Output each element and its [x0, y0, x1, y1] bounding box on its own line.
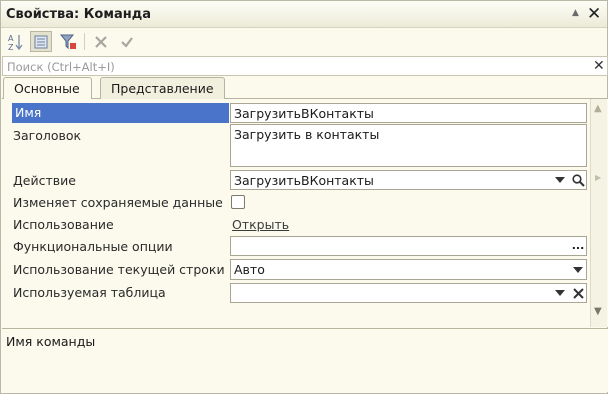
chevron-down-icon[interactable]: [569, 260, 587, 279]
description-panel: Имя команды: [2, 328, 608, 392]
title-field[interactable]: Загрузить в контакты: [230, 124, 587, 167]
close-icon[interactable]: ✕: [587, 4, 601, 24]
svg-text:Z: Z: [8, 43, 14, 51]
usage-open-link[interactable]: Открыть: [232, 217, 289, 232]
scroll-up-icon[interactable]: ▲: [594, 103, 602, 114]
sort-az-icon[interactable]: A Z: [4, 31, 26, 52]
pin-icon[interactable]: ▲: [572, 8, 579, 18]
action-value: ЗагрузитьВКонтакты: [234, 173, 374, 188]
search-field[interactable]: Поиск (Ctrl+Alt+I) ✕: [2, 56, 608, 76]
clear-search-icon[interactable]: ✕: [593, 58, 605, 74]
dropdown-icon[interactable]: [551, 284, 569, 302]
functional-options-label: Функциональные опции: [13, 239, 173, 254]
ellipsis-icon[interactable]: ...: [569, 237, 587, 255]
functional-options-field[interactable]: ...: [230, 236, 587, 256]
apply-icon[interactable]: [116, 31, 138, 52]
clear-icon[interactable]: [569, 284, 587, 302]
scroll-down-icon[interactable]: ▼: [594, 306, 602, 317]
name-field[interactable]: ЗагрузитьВКонтакты: [230, 103, 587, 123]
name-value: ЗагрузитьВКонтакты: [234, 106, 374, 121]
current-row-usage-value: Авто: [234, 262, 265, 277]
properties-panel: Имя ЗагрузитьВКонтакты Заголовок Загрузи…: [2, 99, 608, 327]
categories-icon[interactable]: [30, 31, 52, 52]
current-row-usage-select[interactable]: Авто: [230, 259, 587, 280]
description-text: Имя команды: [6, 334, 96, 349]
toolbar: A Z: [1, 29, 607, 54]
filter-icon[interactable]: [57, 31, 79, 52]
properties-window: Свойства: Команда ▲ ✕ A Z Поиск (Ctrl+Al…: [0, 0, 608, 394]
title-bar: Свойства: Команда ▲ ✕: [1, 1, 607, 28]
window-title: Свойства: Команда: [6, 7, 151, 22]
action-label: Действие: [13, 173, 76, 188]
search-icon[interactable]: [569, 171, 587, 189]
used-table-field[interactable]: [230, 283, 587, 303]
usage-label: Использование: [13, 217, 114, 232]
scroll-grip-icon[interactable]: ▶: [595, 173, 601, 182]
toolbar-separator: [84, 33, 85, 50]
modifies-data-label: Изменяет сохраняемые данные: [13, 195, 223, 210]
name-label[interactable]: Имя: [12, 103, 229, 123]
dropdown-icon[interactable]: [551, 171, 569, 189]
modifies-data-checkbox[interactable]: [231, 195, 245, 209]
tab-main[interactable]: Основные: [3, 77, 92, 100]
svg-text:A: A: [8, 34, 14, 43]
action-field[interactable]: ЗагрузитьВКонтакты: [230, 170, 587, 190]
search-placeholder: Поиск (Ctrl+Alt+I): [7, 60, 115, 74]
used-table-label: Используемая таблица: [13, 285, 166, 300]
tab-main-label: Основные: [14, 81, 80, 96]
title-value: Загрузить в контакты: [234, 127, 380, 142]
vertical-scrollbar[interactable]: ▲ ▶ ▼: [590, 99, 607, 327]
cancel-icon[interactable]: [90, 31, 112, 52]
title-label: Заголовок: [13, 128, 82, 143]
tab-presentation-label: Представление: [111, 81, 214, 96]
tab-presentation[interactable]: Представление: [100, 77, 225, 99]
current-row-usage-label: Использование текущей строки: [13, 262, 225, 277]
